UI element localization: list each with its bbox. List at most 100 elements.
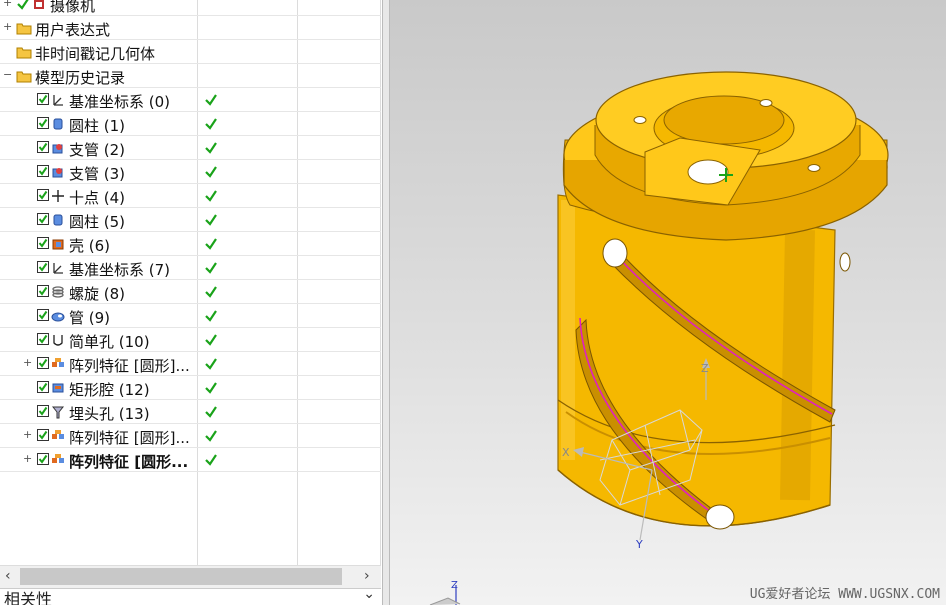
scrollbar-thumb[interactable] xyxy=(20,568,342,585)
relations-panel-header[interactable]: 相关性 ⌄ xyxy=(0,586,381,605)
scroll-right-icon[interactable]: › xyxy=(364,568,370,584)
up-to-date-check-icon xyxy=(204,140,218,154)
tree-row[interactable]: 埋头孔 (13) xyxy=(0,400,381,424)
visibility-checkbox[interactable] xyxy=(37,93,49,105)
visibility-checkbox[interactable] xyxy=(37,117,49,129)
tree-row[interactable]: 支管 (3) xyxy=(0,160,381,184)
axis-x-label: X xyxy=(562,446,570,459)
folder-icon xyxy=(16,68,32,83)
tree-row-label: 圆柱 (1) xyxy=(69,117,126,135)
tree-row[interactable]: + 阵列特征 [圆形... xyxy=(0,448,381,472)
axis-y-label: Y xyxy=(635,538,643,551)
tree-row-label: 基准坐标系 (0) xyxy=(69,93,171,111)
tree-row[interactable]: 非时间戳记几何体 xyxy=(0,40,381,64)
tree-row-label: 基准坐标系 (7) xyxy=(69,261,171,279)
visibility-checkbox[interactable] xyxy=(37,453,49,465)
visibility-checkbox[interactable] xyxy=(37,285,49,297)
pattern-icon xyxy=(51,452,65,466)
up-to-date-check-icon xyxy=(204,380,218,394)
up-to-date-check-icon xyxy=(204,404,218,418)
tree-row-label: 矩形腔 (12) xyxy=(69,381,150,399)
pattern-icon xyxy=(51,428,65,442)
triad-z-label: Z xyxy=(451,580,458,591)
tree-row-label: 壳 (6) xyxy=(69,237,111,255)
scroll-left-icon[interactable]: ‹ xyxy=(5,568,11,584)
up-to-date-check-icon xyxy=(204,116,218,130)
visibility-checkbox[interactable] xyxy=(37,405,49,417)
axis-z-label: Z xyxy=(701,362,709,375)
visibility-checkbox[interactable] xyxy=(37,165,49,177)
cylinder-icon xyxy=(51,212,65,226)
tree-row[interactable]: + 摄像机 xyxy=(0,0,381,16)
tree-row-label: 螺旋 (8) xyxy=(69,285,126,303)
helix-icon xyxy=(51,284,65,298)
tree-row-label: 管 (9) xyxy=(69,309,111,327)
folder-icon xyxy=(16,44,32,59)
expand-icon[interactable]: + xyxy=(23,429,32,440)
pane-splitter[interactable] xyxy=(382,0,390,605)
tree-row[interactable]: 基准坐标系 (0) xyxy=(0,88,381,112)
up-to-date-check-icon xyxy=(204,212,218,226)
tree-row-label: 摄像机 xyxy=(50,0,96,15)
tree-row-label: 十点 (4) xyxy=(69,189,126,207)
check-icon[interactable] xyxy=(16,0,30,10)
tree-row-label: 支管 (3) xyxy=(69,165,126,183)
boss-icon xyxy=(51,164,65,178)
visibility-checkbox[interactable] xyxy=(37,429,49,441)
expand-icon[interactable]: + xyxy=(23,357,32,368)
pocket-icon xyxy=(51,380,65,394)
expand-icon[interactable]: + xyxy=(3,0,12,8)
tree-row[interactable]: 壳 (6) xyxy=(0,232,381,256)
tree-row[interactable]: 十点 (4) xyxy=(0,184,381,208)
up-to-date-check-icon xyxy=(204,188,218,202)
expand-icon[interactable]: + xyxy=(23,453,32,464)
tube-icon xyxy=(51,308,65,322)
visibility-checkbox[interactable] xyxy=(37,381,49,393)
visibility-checkbox[interactable] xyxy=(37,237,49,249)
part-navigator: + 摄像机 + 用户表达式非时间戳记几何体 − 模型历史记录基准坐标系 (0) 圆柱 (1)… xyxy=(0,0,382,605)
horizontal-scrollbar[interactable]: ‹ › xyxy=(0,565,381,588)
tree-row[interactable]: + 阵列特征 [圆形]... xyxy=(0,352,381,376)
tree-row[interactable]: 矩形腔 (12) xyxy=(0,376,381,400)
cylinder-icon xyxy=(51,116,65,130)
graphics-viewport[interactable]: Z X Y Z UG爱好者论坛 WWW.UGSNX.COM xyxy=(390,0,946,605)
watermark: UG爱好者论坛 WWW.UGSNX.COM xyxy=(749,587,940,602)
tree-row[interactable]: 螺旋 (8) xyxy=(0,280,381,304)
expand-icon[interactable]: + xyxy=(3,21,12,32)
tree-row[interactable]: 基准坐标系 (7) xyxy=(0,256,381,280)
up-to-date-check-icon xyxy=(204,452,218,466)
up-to-date-check-icon xyxy=(204,284,218,298)
visibility-checkbox[interactable] xyxy=(37,357,49,369)
visibility-checkbox[interactable] xyxy=(37,261,49,273)
up-to-date-check-icon xyxy=(204,356,218,370)
tree-row[interactable]: 管 (9) xyxy=(0,304,381,328)
chevron-down-icon[interactable]: ⌄ xyxy=(363,586,375,602)
simple-hole-icon xyxy=(51,332,65,346)
up-to-date-check-icon xyxy=(204,260,218,274)
datum-csys-icon xyxy=(51,92,65,106)
collapse-icon[interactable]: − xyxy=(3,69,12,80)
tree-row-label: 支管 (2) xyxy=(69,141,126,159)
tree-row[interactable]: 圆柱 (1) xyxy=(0,112,381,136)
tree-row[interactable]: − 模型历史记录 xyxy=(0,64,381,88)
tree-row-label: 非时间戳记几何体 xyxy=(35,45,156,63)
visibility-checkbox[interactable] xyxy=(37,333,49,345)
tree-row[interactable]: + 用户表达式 xyxy=(0,16,381,40)
relations-panel-title: 相关性 xyxy=(4,590,53,605)
tree-row-label: 简单孔 (10) xyxy=(69,333,150,351)
tree-row-label: 阵列特征 [圆形... xyxy=(69,453,189,471)
up-to-date-check-icon xyxy=(204,164,218,178)
datum-csys-icon xyxy=(51,260,65,274)
tree-row[interactable]: 简单孔 (10) xyxy=(0,328,381,352)
up-to-date-check-icon xyxy=(204,428,218,442)
model-view: Z X Y Z xyxy=(429,71,889,605)
tree-row[interactable]: 圆柱 (5) xyxy=(0,208,381,232)
visibility-checkbox[interactable] xyxy=(37,141,49,153)
point-icon xyxy=(51,188,65,202)
visibility-checkbox[interactable] xyxy=(37,213,49,225)
visibility-checkbox[interactable] xyxy=(37,309,49,321)
tree-row[interactable]: + 阵列特征 [圆形]... xyxy=(0,424,381,448)
folder-icon xyxy=(16,20,32,35)
visibility-checkbox[interactable] xyxy=(37,189,49,201)
tree-row[interactable]: 支管 (2) xyxy=(0,136,381,160)
